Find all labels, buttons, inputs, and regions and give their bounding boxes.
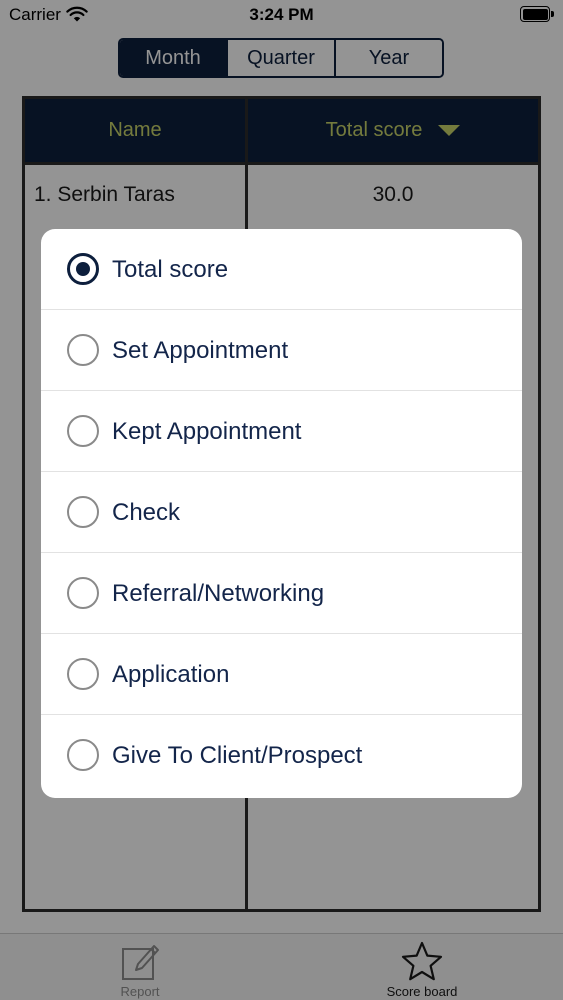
radio-unchecked-icon — [67, 334, 99, 366]
option-label: Give To Client/Prospect — [112, 742, 363, 769]
sort-option-kept-appointment[interactable]: Kept Appointment — [41, 391, 522, 472]
radio-unchecked-icon — [67, 415, 99, 447]
sort-option-application[interactable]: Application — [41, 634, 522, 715]
radio-unchecked-icon — [67, 577, 99, 609]
screen: Carrier 3:24 PM Month Quarter Year Name … — [0, 0, 563, 1000]
option-label: Referral/Networking — [112, 580, 325, 607]
sort-option-give-to-client[interactable]: Give To Client/Prospect — [41, 715, 522, 796]
radio-unchecked-icon — [67, 658, 99, 690]
option-label: Set Appointment — [112, 337, 289, 364]
option-label: Total score — [112, 256, 229, 283]
sort-option-set-appointment[interactable]: Set Appointment — [41, 310, 522, 391]
option-label: Kept Appointment — [112, 418, 302, 445]
option-label: Check — [112, 499, 181, 526]
radio-checked-icon — [67, 253, 99, 285]
option-label: Application — [112, 661, 230, 688]
sort-option-referral-networking[interactable]: Referral/Networking — [41, 553, 522, 634]
radio-unchecked-icon — [67, 496, 99, 528]
sort-option-check[interactable]: Check — [41, 472, 522, 553]
radio-unchecked-icon — [67, 739, 99, 771]
sort-option-total-score[interactable]: Total score — [41, 229, 522, 310]
sort-options-sheet: Total score Set Appointment Kept Appoint… — [41, 229, 522, 798]
